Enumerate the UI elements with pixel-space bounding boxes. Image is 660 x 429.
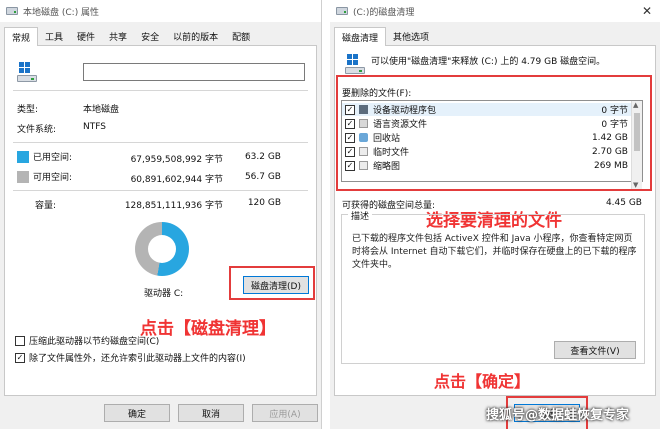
title-bar: 本地磁盘 (C:) 属性 xyxy=(0,0,321,22)
index-label: 除了文件属性外，还允许索引此驱动器上文件的内容(I) xyxy=(29,354,246,364)
free-gb: 56.7 GB xyxy=(244,172,281,182)
apply-button[interactable]: 应用(A) xyxy=(252,404,318,422)
intro-text: 可以使用"磁盘清理"来释放 (C:) 上的 4.79 GB 磁盘空间。 xyxy=(371,57,606,67)
file-size: 0 字节 xyxy=(601,106,628,116)
compress-label: 压缩此驱动器以节约磁盘空间(C) xyxy=(29,337,160,347)
type-value: 本地磁盘 xyxy=(83,105,120,115)
capacity-gb: 120 GB xyxy=(247,198,281,208)
tab-general[interactable]: 常规 xyxy=(4,27,39,47)
watermark-text: 搜狐号@数据蛙恢复专家 xyxy=(486,408,630,423)
file-checkbox[interactable]: ✓ xyxy=(345,132,355,143)
list-item[interactable]: ✓ 临时文件 2.70 GB xyxy=(342,145,632,158)
tab-tools[interactable]: 工具 xyxy=(38,27,70,45)
free-bytes: 60,891,602,944 字节 xyxy=(130,175,223,185)
files-to-delete-list: ✓ 设备驱动程序包 0 字节 ✓ 语言资源文件 0 字节 ✓ 回收站 1.42 … xyxy=(341,100,643,189)
general-panel: 类型: 本地磁盘 文件系统: NTFS 已用空间: 67,959,508,992… xyxy=(4,46,317,396)
fs-value: NTFS xyxy=(83,122,106,132)
volume-label-input[interactable] xyxy=(83,63,305,81)
package-icon xyxy=(359,105,368,114)
file-checkbox[interactable]: ✓ xyxy=(345,118,355,129)
recycle-bin-icon xyxy=(359,133,368,142)
description-group: 描述 已下载的程序文件包括 ActiveX 控件和 Java 小程序，你查看特定… xyxy=(341,209,645,364)
used-space-row: 已用空间: xyxy=(17,150,72,163)
drive-icon xyxy=(6,7,18,15)
files-to-delete-label: 要删除的文件(F): xyxy=(342,89,412,99)
annotation-click-cleanup: 点击【磁盘清理】 xyxy=(140,319,276,339)
tab-sharing[interactable]: 共享 xyxy=(102,27,134,45)
file-icon xyxy=(359,119,368,128)
tab-security[interactable]: 安全 xyxy=(134,27,166,45)
dialog-footer: 确定 取消 应用(A) xyxy=(0,396,321,429)
scroll-thumb[interactable] xyxy=(634,113,640,151)
type-label: 类型: xyxy=(17,105,39,115)
obtainable-value: 4.45 GB xyxy=(605,198,642,208)
file-checkbox[interactable]: ✓ xyxy=(345,104,355,115)
compress-option[interactable]: 压缩此驱动器以节约磁盘空间(C) xyxy=(15,334,159,347)
list-item[interactable]: ✓ 回收站 1.42 GB xyxy=(342,131,632,144)
free-space-row: 可用空间: xyxy=(17,170,72,183)
used-gb: 63.2 GB xyxy=(244,152,281,162)
close-icon[interactable]: ✕ xyxy=(642,4,652,18)
file-name: 设备驱动程序包 xyxy=(373,106,437,116)
tab-strip: 磁盘清理 其他选项 xyxy=(334,27,656,47)
index-checkbox[interactable]: ✓ xyxy=(15,352,25,363)
compress-checkbox[interactable] xyxy=(15,335,25,346)
index-option[interactable]: ✓ 除了文件属性外，还允许索引此驱动器上文件的内容(I) xyxy=(15,351,246,364)
title-bar: (C:)的磁盘清理 ✕ xyxy=(330,0,660,22)
drive-icon xyxy=(17,62,37,82)
drive-letter-label: 驱动器 C: xyxy=(144,289,184,299)
file-name: 缩略图 xyxy=(373,162,401,172)
fs-label: 文件系统: xyxy=(17,125,57,135)
drive-icon xyxy=(336,7,348,15)
drive-properties-window: 本地磁盘 (C:) 属性 常规 工具 硬件 共享 安全 以前的版本 配额 类型:… xyxy=(0,0,322,429)
tab-strip: 常规 工具 硬件 共享 安全 以前的版本 配额 xyxy=(4,27,317,47)
ok-button[interactable]: 确定 xyxy=(104,404,170,422)
tab-quota[interactable]: 配额 xyxy=(225,27,257,45)
file-size: 2.70 GB xyxy=(591,146,628,157)
description-legend: 描述 xyxy=(348,209,373,222)
highlight-box xyxy=(229,266,315,300)
view-files-button[interactable]: 查看文件(V) xyxy=(554,341,636,359)
file-size: 269 MB xyxy=(594,160,628,171)
capacity-label: 容量: xyxy=(35,201,57,211)
window-title: (C:)的磁盘清理 xyxy=(353,7,415,18)
file-name: 语言资源文件 xyxy=(373,120,428,130)
space-usage-donut xyxy=(135,222,189,276)
tab-more-options[interactable]: 其他选项 xyxy=(386,27,436,45)
file-name: 临时文件 xyxy=(373,148,410,158)
list-item[interactable]: ✓ 语言资源文件 0 字节 xyxy=(342,117,632,130)
tab-disk-cleanup[interactable]: 磁盘清理 xyxy=(334,27,387,47)
divider xyxy=(13,190,308,191)
scroll-down-icon[interactable]: ▼ xyxy=(633,181,638,189)
drive-icon xyxy=(345,54,365,74)
used-color-swatch xyxy=(17,150,29,163)
file-icon xyxy=(359,147,368,156)
divider xyxy=(13,90,308,91)
disk-cleanup-window: (C:)的磁盘清理 ✕ 磁盘清理 其他选项 可以使用"磁盘清理"来释放 (C:)… xyxy=(330,0,660,429)
description-text: 已下载的程序文件包括 ActiveX 控件和 Java 小程序，你查看特定网页时… xyxy=(352,234,637,270)
file-checkbox[interactable]: ✓ xyxy=(345,160,355,171)
tab-previous-versions[interactable]: 以前的版本 xyxy=(166,27,225,45)
divider xyxy=(13,142,308,143)
file-name: 回收站 xyxy=(373,134,401,144)
file-icon xyxy=(359,161,368,170)
free-label: 可用空间: xyxy=(33,173,73,183)
capacity-bytes: 128,851,111,936 字节 xyxy=(124,201,223,211)
list-scrollbar[interactable]: ▲ ▼ xyxy=(631,101,642,189)
file-checkbox[interactable]: ✓ xyxy=(345,146,355,157)
list-item[interactable]: ✓ 设备驱动程序包 0 字节 xyxy=(342,103,632,116)
annotation-click-ok: 点击【确定】 xyxy=(434,372,531,391)
cancel-button[interactable]: 取消 xyxy=(178,404,244,422)
window-title: 本地磁盘 (C:) 属性 xyxy=(23,7,100,18)
file-size: 0 字节 xyxy=(601,120,628,130)
free-color-swatch xyxy=(17,170,29,183)
used-label: 已用空间: xyxy=(33,153,73,163)
tab-hardware[interactable]: 硬件 xyxy=(70,27,102,45)
file-size: 1.42 GB xyxy=(591,132,628,143)
used-bytes: 67,959,508,992 字节 xyxy=(130,155,223,165)
list-item[interactable]: ✓ 缩略图 269 MB xyxy=(342,159,632,172)
scroll-up-icon[interactable]: ▲ xyxy=(633,101,638,109)
